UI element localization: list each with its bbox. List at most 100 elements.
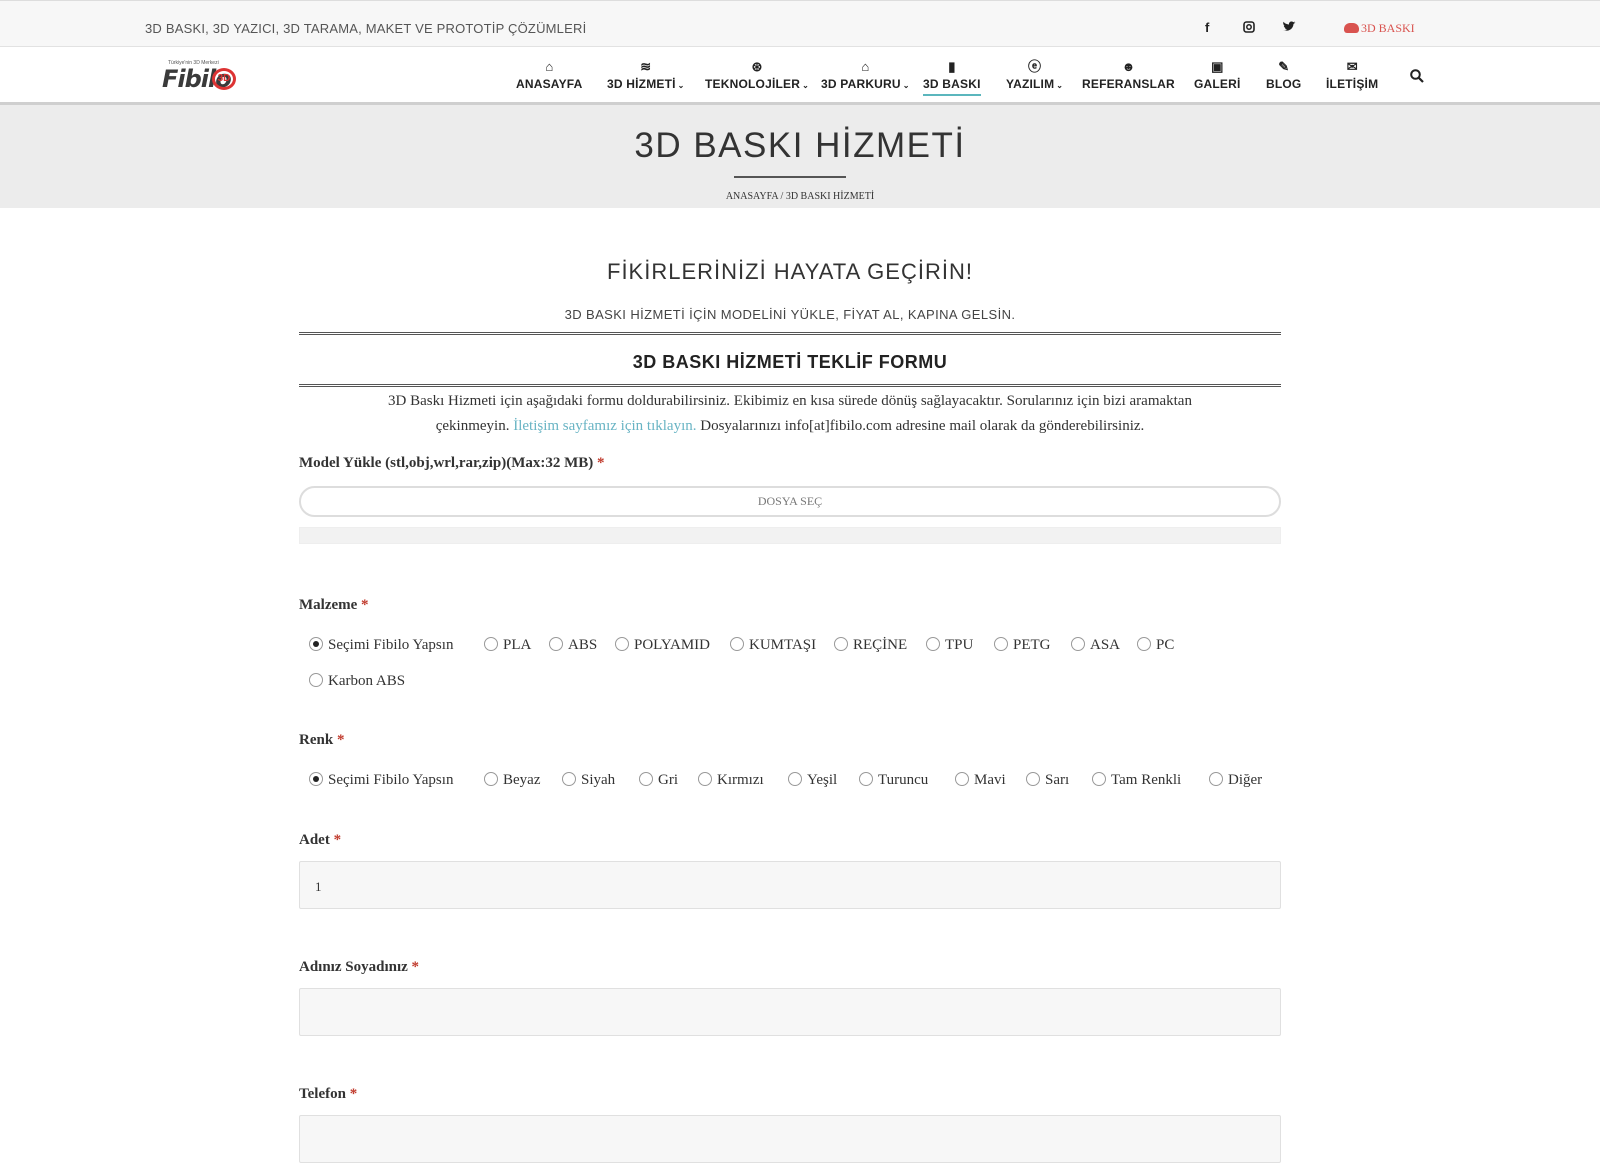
menu-label: BLOG bbox=[1266, 77, 1302, 91]
radio-dot[interactable] bbox=[639, 772, 653, 786]
menu-item-teknolojiler[interactable]: ⊛ TEKNOLOJİLER ⌄ bbox=[705, 59, 809, 91]
radio-dot[interactable] bbox=[484, 637, 498, 651]
required-mark: * bbox=[349, 1086, 358, 1102]
color-option[interactable]: Tam Renkli bbox=[1092, 772, 1181, 789]
color-option[interactable]: Beyaz bbox=[484, 772, 540, 789]
radio-dot[interactable] bbox=[834, 637, 848, 651]
radio-label: Mavi bbox=[974, 772, 1006, 788]
radio-dot[interactable] bbox=[562, 772, 576, 786]
radio-dot[interactable] bbox=[788, 772, 802, 786]
required-mark: * bbox=[333, 832, 342, 848]
quantity-input[interactable]: 1 bbox=[299, 861, 1281, 909]
menu-item-anasayfa[interactable]: ⌂ ANASAYFA bbox=[516, 59, 583, 91]
menu-label: ANASAYFA bbox=[516, 77, 583, 91]
radio-dot[interactable] bbox=[994, 637, 1008, 651]
color-option[interactable]: Siyah bbox=[562, 772, 615, 789]
file-select-button[interactable]: DOSYA SEÇ bbox=[299, 486, 1281, 517]
menu-label: TEKNOLOJİLER bbox=[705, 77, 801, 91]
radio-dot[interactable] bbox=[309, 673, 323, 687]
color-option[interactable]: Sarı bbox=[1026, 772, 1069, 789]
chevron-down-icon: ⌄ bbox=[802, 81, 809, 90]
radio-dot[interactable] bbox=[698, 772, 712, 786]
material-option[interactable]: PLA bbox=[484, 637, 531, 654]
phone-label-text: Telefon bbox=[299, 1086, 346, 1102]
material-option[interactable]: POLYAMID bbox=[615, 637, 710, 654]
radio-dot[interactable] bbox=[1137, 637, 1151, 651]
chevron-down-icon: ⌄ bbox=[902, 81, 910, 90]
logo-badge: 3D bbox=[212, 68, 236, 90]
color-option[interactable]: Diğer bbox=[1209, 772, 1262, 789]
menu-item-iletisim[interactable]: ✉ İLETİŞİM bbox=[1326, 59, 1378, 91]
logo[interactable]: Türkiye'nin 3D Merkezi Fibilo 3D bbox=[162, 60, 237, 94]
radio-dot[interactable] bbox=[615, 637, 629, 651]
color-option[interactable]: Turuncu bbox=[859, 772, 928, 789]
material-option[interactable]: ASA bbox=[1071, 637, 1120, 654]
page-title: 3D BASKI HİZMETİ bbox=[634, 126, 966, 165]
radio-label: ABS bbox=[568, 637, 598, 653]
menu-label: 3D BASKI bbox=[923, 77, 981, 91]
top-bar: 3D BASKI, 3D YAZICI, 3D TARAMA, MAKET VE… bbox=[0, 0, 1600, 47]
material-option[interactable]: ABS bbox=[549, 637, 597, 654]
material-option[interactable]: PETG bbox=[994, 637, 1051, 654]
menu-item-yazilim[interactable]: ⓔ YAZILIM ⌄ bbox=[1006, 59, 1063, 91]
menu-label: YAZILIM bbox=[1006, 77, 1055, 91]
upload-3d-print-link[interactable]: 3D BASKI bbox=[1344, 21, 1415, 36]
color-option[interactable]: Gri bbox=[639, 772, 678, 789]
contact-page-link[interactable]: İletişim sayfamız için tıklayın. bbox=[513, 418, 696, 434]
radio-dot[interactable] bbox=[549, 637, 563, 651]
radio-dot[interactable] bbox=[1071, 637, 1085, 651]
radio-dot[interactable] bbox=[955, 772, 969, 786]
radio-dot[interactable] bbox=[1209, 772, 1223, 786]
material-option[interactable]: KUMTAŞI bbox=[730, 637, 816, 654]
radio-dot[interactable] bbox=[1092, 772, 1106, 786]
phone-label: Telefon * bbox=[299, 1086, 357, 1103]
name-label: Adınız Soyadınız * bbox=[299, 959, 419, 976]
instagram-icon[interactable] bbox=[1243, 21, 1255, 36]
color-label: Renk * bbox=[299, 732, 344, 749]
name-input[interactable] bbox=[299, 988, 1281, 1036]
menu-item-3d-hizmeti[interactable]: ≋ 3D HİZMETİ ⌄ bbox=[607, 59, 684, 91]
menu-item-3d-baski[interactable]: ▮ 3D BASKI bbox=[923, 59, 981, 96]
material-option[interactable]: REÇİNE bbox=[834, 637, 907, 654]
phone-input[interactable] bbox=[299, 1115, 1281, 1163]
color-option[interactable]: Yeşil bbox=[788, 772, 837, 789]
menu-item-referanslar[interactable]: ☻ REFERANSLAR bbox=[1082, 59, 1175, 91]
radio-dot[interactable] bbox=[484, 772, 498, 786]
search-icon[interactable] bbox=[1410, 69, 1424, 83]
material-option[interactable]: TPU bbox=[926, 637, 973, 654]
menu-item-blog[interactable]: ✎ BLOG bbox=[1266, 59, 1301, 91]
material-option[interactable]: Seçimi Fibilo Yapsın bbox=[309, 637, 453, 654]
color-option[interactable]: Kırmızı bbox=[698, 772, 764, 789]
menu-label: GALERİ bbox=[1194, 77, 1241, 91]
material-option[interactable]: Karbon ABS bbox=[309, 673, 405, 690]
breadcrumb: ANASAYFA / 3D BASKI HİZMETİ bbox=[725, 191, 875, 202]
menu-item-3d-parkuru[interactable]: ⌂ 3D PARKURU ⌄ bbox=[821, 59, 910, 91]
material-label: Malzeme * bbox=[299, 597, 369, 614]
model-upload-label-text: Model Yükle (stl,obj,wrl,rar,zip)(Max:32… bbox=[299, 455, 594, 471]
radio-dot[interactable] bbox=[309, 637, 323, 651]
menu-label: 3D HİZMETİ bbox=[607, 77, 676, 91]
main-nav: Türkiye'nin 3D Merkezi Fibilo 3D ⌂ ANASA… bbox=[0, 47, 1600, 105]
clipboard-icon: ▮ bbox=[948, 59, 956, 74]
facebook-icon[interactable]: f bbox=[1205, 20, 1209, 35]
radio-dot[interactable] bbox=[1026, 772, 1040, 786]
material-label-text: Malzeme bbox=[299, 597, 358, 613]
radio-label: Kırmızı bbox=[717, 772, 764, 788]
radio-dot[interactable] bbox=[730, 637, 744, 651]
color-option[interactable]: Mavi bbox=[955, 772, 1006, 789]
upload-progress-bar bbox=[299, 527, 1281, 544]
radio-dot[interactable] bbox=[309, 772, 323, 786]
radio-dot[interactable] bbox=[859, 772, 873, 786]
radio-label: Turuncu bbox=[878, 772, 929, 788]
color-option[interactable]: Seçimi Fibilo Yapsın bbox=[309, 772, 453, 789]
dribbble-icon: ⊛ bbox=[751, 59, 763, 74]
form-header: 3D BASKI HİZMETİ TEKLİF FORMU bbox=[299, 332, 1281, 387]
required-mark: * bbox=[361, 597, 369, 613]
radio-dot[interactable] bbox=[926, 637, 940, 651]
twitter-icon[interactable] bbox=[1283, 20, 1296, 35]
menu-item-galeri[interactable]: ▣ GALERİ bbox=[1194, 59, 1241, 91]
css3-icon: ≋ bbox=[640, 59, 652, 74]
home-icon: ⌂ bbox=[545, 59, 554, 74]
intro-text-2b: Dosyalarınızı info[at]fibilo.com adresin… bbox=[696, 418, 1145, 434]
material-option[interactable]: PC bbox=[1137, 637, 1174, 654]
